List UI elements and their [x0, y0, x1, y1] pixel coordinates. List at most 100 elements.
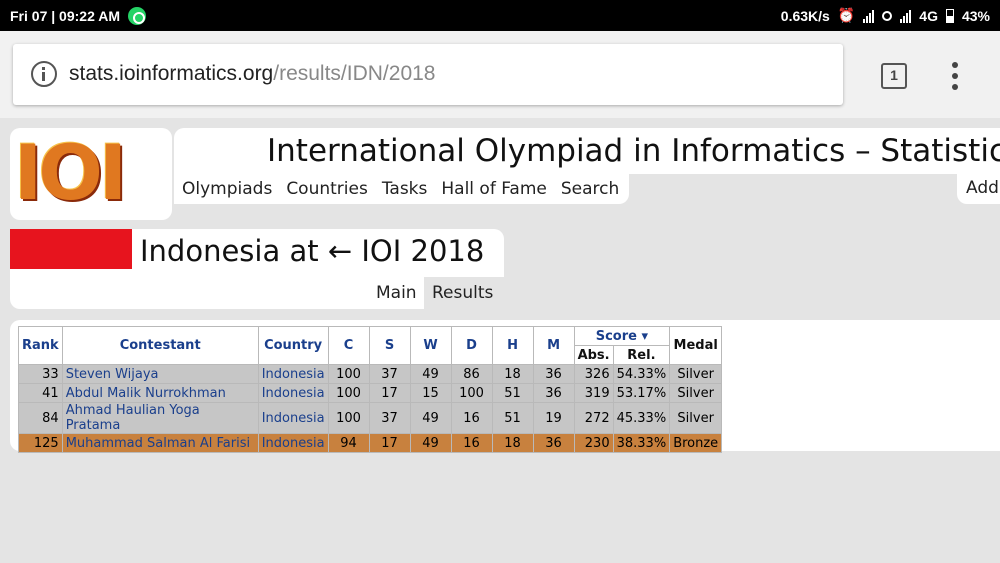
tab-switcher-button[interactable]: 1	[881, 63, 907, 89]
task-score-cell: 49	[409, 402, 452, 434]
battery-icon	[945, 8, 954, 23]
task-score-cell: 51	[491, 383, 534, 403]
col-score-abs: Abs.	[573, 345, 614, 365]
score-abs-cell: 230	[573, 433, 614, 453]
nav-tasks[interactable]: Tasks	[382, 179, 428, 199]
url-host: stats.ioinformatics.org	[69, 62, 274, 85]
score-rel-cell: 53.17%	[612, 383, 671, 403]
task-score-cell: 19	[532, 402, 575, 434]
rank-cell: 125	[18, 433, 63, 453]
task-score-cell: 49	[409, 364, 452, 384]
col-task-h[interactable]: H	[491, 326, 534, 365]
table-row: 84 Ahmad Haulian Yoga Pratama Indonesia 100…	[18, 402, 723, 434]
status-bar: Fri 07 | 09:22 AM 0.63K/s ⏰ 4G 43%	[0, 0, 1000, 31]
more-menu-icon[interactable]	[952, 62, 958, 90]
task-score-cell: 36	[532, 383, 575, 403]
page-title-box: Indonesia at ← IOI 2018	[132, 229, 504, 277]
country-link[interactable]: Indonesia	[257, 383, 329, 403]
ioi-logo[interactable]: IOI	[10, 128, 172, 220]
browser-toolbar: stats.ioinformatics.org/results/IDN/2018…	[0, 31, 1000, 118]
results-table: Rank Contestant Country C S W D H M Scor…	[18, 326, 723, 453]
main-nav: Olympiads Countries Tasks Hall of Fame S…	[174, 174, 630, 204]
task-score-cell: 100	[327, 364, 370, 384]
task-score-cell: 16	[450, 433, 493, 453]
country-link[interactable]: Indonesia	[257, 433, 329, 453]
nav-countries[interactable]: Countries	[286, 179, 368, 199]
task-score-cell: 17	[368, 433, 411, 453]
task-score-cell: 18	[491, 433, 534, 453]
medal-cell: Silver	[669, 364, 723, 384]
col-contestant[interactable]: Contestant	[61, 326, 259, 365]
score-abs-cell: 319	[573, 383, 614, 403]
score-abs-cell: 272	[573, 402, 614, 434]
col-task-d[interactable]: D	[450, 326, 493, 365]
col-score-rel: Rel.	[612, 345, 671, 365]
task-score-cell: 94	[327, 433, 370, 453]
url-text[interactable]: stats.ioinformatics.org/results/IDN/2018	[69, 62, 436, 86]
nav-olympiads[interactable]: Olympiads	[182, 179, 272, 199]
score-rel-cell: 54.33%	[612, 364, 671, 384]
country-link[interactable]: Indonesia	[257, 402, 329, 434]
indonesia-flag	[10, 229, 132, 309]
task-score-cell: 36	[532, 364, 575, 384]
col-country[interactable]: Country	[257, 326, 329, 365]
results-card: Rank Contestant Country C S W D H M Scor…	[10, 320, 1000, 453]
task-score-cell: 51	[491, 402, 534, 434]
task-score-cell: 100	[327, 402, 370, 434]
hotspot-icon	[882, 10, 893, 21]
alarm-icon: ⏰	[837, 7, 856, 23]
contestant-link[interactable]: Abdul Malik Nurrokhman	[61, 383, 259, 403]
nav-search[interactable]: Search	[561, 179, 619, 199]
web-page: IOI International Olympiad in Informatic…	[0, 118, 1000, 563]
net-speed: 0.63K/s	[780, 7, 830, 24]
score-rel-cell: 45.33%	[612, 402, 671, 434]
contestant-link[interactable]: Muhammad Salman Al Farisi	[61, 433, 259, 453]
col-task-m[interactable]: M	[532, 326, 575, 365]
contestant-link[interactable]: Ahmad Haulian Yoga Pratama	[61, 402, 259, 434]
network-type: 4G	[919, 7, 938, 24]
signal-icon	[863, 9, 875, 23]
col-task-w[interactable]: W	[409, 326, 452, 365]
nav-add[interactable]: Add	[957, 174, 1000, 204]
task-score-cell: 16	[450, 402, 493, 434]
page-title: Indonesia at ← IOI 2018	[140, 234, 485, 268]
task-score-cell: 15	[409, 383, 452, 403]
col-task-c[interactable]: C	[327, 326, 370, 365]
task-score-cell: 18	[491, 364, 534, 384]
medal-cell: Bronze	[669, 433, 723, 453]
contestant-link[interactable]: Steven Wijaya	[61, 364, 259, 384]
tab-results[interactable]: Results	[424, 277, 504, 309]
task-score-cell: 37	[368, 402, 411, 434]
task-score-cell: 100	[450, 383, 493, 403]
col-rank[interactable]: Rank	[18, 326, 63, 365]
table-row: 33 Steven Wijaya Indonesia 100 37 49 86 18 36 326…	[18, 364, 723, 384]
country-link[interactable]: Indonesia	[257, 364, 329, 384]
status-datetime: Fri 07 | 09:22 AM	[10, 8, 120, 24]
col-medal: Medal	[669, 326, 723, 365]
whatsapp-icon	[128, 7, 146, 25]
rank-cell: 41	[18, 383, 63, 403]
task-score-cell: 17	[368, 383, 411, 403]
table-row: 125 Muhammad Salman Al Farisi Indonesia 94 1…	[18, 433, 723, 453]
address-bar[interactable]: stats.ioinformatics.org/results/IDN/2018	[13, 44, 843, 105]
tab-main[interactable]: Main	[376, 277, 417, 309]
nav-hall-of-fame[interactable]: Hall of Fame	[441, 179, 547, 199]
col-task-s[interactable]: S	[368, 326, 411, 365]
task-score-cell: 86	[450, 364, 493, 384]
info-icon[interactable]	[31, 61, 57, 87]
logo-text: IOI	[14, 128, 127, 217]
site-header: International Olympiad in Informatics – …	[174, 128, 1000, 174]
battery-level: 43%	[961, 7, 990, 24]
table-row: 41 Abdul Malik Nurrokhman Indonesia 100 17 15…	[18, 383, 723, 403]
task-score-cell: 37	[368, 364, 411, 384]
page-tabs: Main Results	[132, 277, 504, 309]
rank-cell: 33	[18, 364, 63, 384]
task-score-cell: 36	[532, 433, 575, 453]
rank-cell: 84	[18, 402, 63, 434]
score-rel-cell: 38.33%	[612, 433, 671, 453]
col-score[interactable]: Score ▾	[573, 326, 671, 346]
medal-cell: Silver	[669, 402, 723, 434]
url-path: /results/IDN/2018	[273, 62, 436, 85]
site-title: International Olympiad in Informatics – …	[267, 133, 1000, 169]
signal-icon-2	[900, 9, 912, 23]
